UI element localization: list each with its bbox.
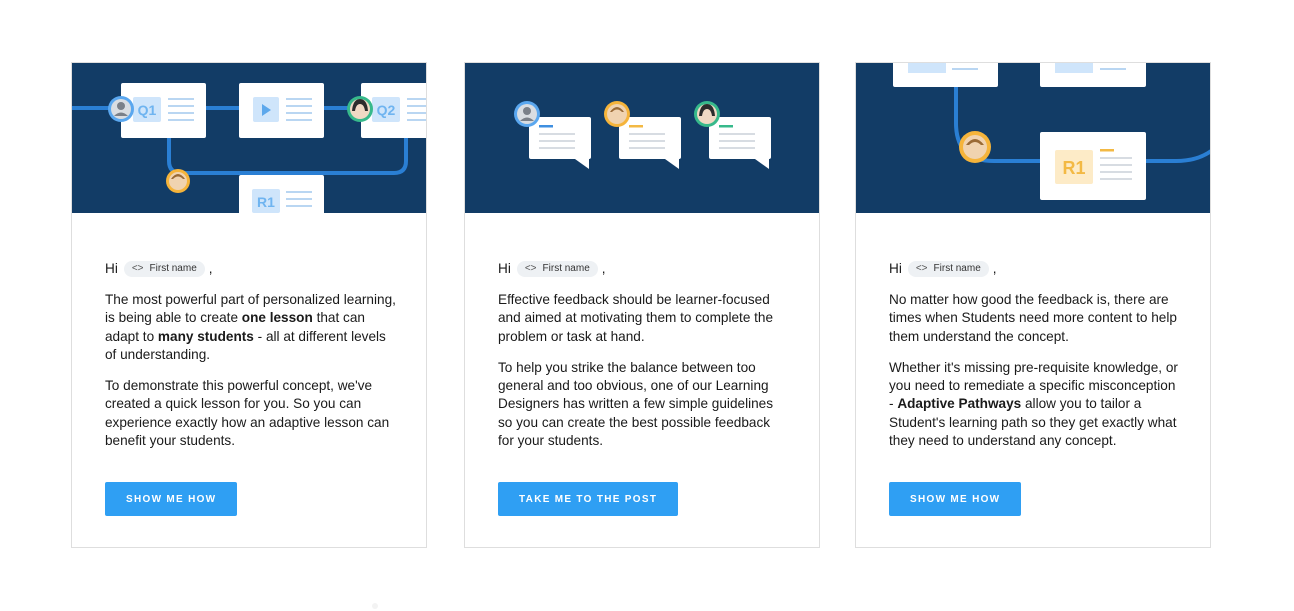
avatar-icon — [959, 131, 991, 163]
avatar-icon — [166, 169, 190, 193]
merge-tag-label: First name — [149, 262, 197, 274]
merge-tag-label: First name — [542, 262, 590, 274]
greeting-text: Hi — [105, 260, 118, 276]
avatar-icon — [694, 101, 720, 127]
merge-tag-label: First name — [933, 262, 981, 274]
show-me-how-button[interactable]: SHOW ME HOW — [889, 482, 1022, 516]
lesson-card-r1: R1 — [239, 175, 324, 213]
email-body: Hi <> First name , No matter how good th… — [889, 259, 1180, 463]
greeting-text: Hi — [889, 260, 902, 276]
greeting-comma: , — [601, 260, 606, 276]
q1-badge: Q1 — [138, 102, 157, 118]
code-icon: <> — [131, 262, 144, 274]
hero-illustration: Q1 Q2 R1 — [72, 63, 426, 213]
take-me-to-the-post-button[interactable]: TAKE ME TO THE POST — [498, 482, 679, 516]
paragraph-2: To help you strike the balance between t… — [498, 359, 774, 449]
r1-badge: R1 — [257, 194, 275, 210]
avatar-icon — [514, 101, 540, 127]
avatar-icon — [108, 96, 134, 122]
email-card-personalized-learning: Q1 Q2 R1 Hi <> First name , The most pow… — [71, 62, 427, 548]
merge-tag-chip[interactable]: <> First name — [907, 261, 989, 277]
paragraph-2: To demonstrate this powerful concept, we… — [105, 378, 390, 449]
greeting-comma: , — [208, 260, 213, 276]
email-body: Hi <> First name , The most powerful par… — [105, 259, 396, 463]
lesson-card — [1040, 63, 1146, 87]
paragraph-1: The most powerful part of personalized l… — [105, 292, 396, 362]
email-card-adaptive-pathways: R1 Hi <> First name , No matter how good… — [855, 62, 1211, 548]
email-body: Hi <> First name , Effective feedback sh… — [498, 259, 789, 463]
show-me-how-button[interactable]: SHOW ME HOW — [105, 482, 238, 516]
greeting-line: Hi <> First name , — [105, 259, 396, 279]
email-card-effective-feedback: Hi <> First name , Effective feedback sh… — [464, 62, 820, 548]
avatar-icon — [347, 96, 373, 122]
merge-tag-chip[interactable]: <> First name — [123, 261, 205, 277]
merge-tag-chip[interactable]: <> First name — [516, 261, 598, 277]
greeting-line: Hi <> First name , — [498, 259, 789, 279]
greeting-text: Hi — [498, 260, 511, 276]
hero-illustration — [465, 63, 819, 213]
lesson-card-video — [239, 83, 324, 138]
code-icon: <> — [915, 262, 928, 274]
q2-badge: Q2 — [377, 102, 396, 118]
r1-badge: R1 — [1062, 158, 1085, 178]
paragraph-2: Whether it's missing pre-requisite knowl… — [889, 359, 1178, 449]
code-icon: <> — [524, 262, 537, 274]
paragraph-1: No matter how good the feedback is, ther… — [889, 292, 1177, 344]
lesson-card — [893, 63, 998, 87]
paragraph-1: Effective feedback should be learner-foc… — [498, 292, 774, 344]
greeting-line: Hi <> First name , — [889, 259, 1180, 279]
hero-illustration: R1 — [856, 63, 1210, 213]
decorative-dot — [372, 603, 378, 609]
greeting-comma: , — [992, 260, 997, 276]
avatar-icon — [604, 101, 630, 127]
lesson-card-r1: R1 — [1040, 132, 1146, 200]
